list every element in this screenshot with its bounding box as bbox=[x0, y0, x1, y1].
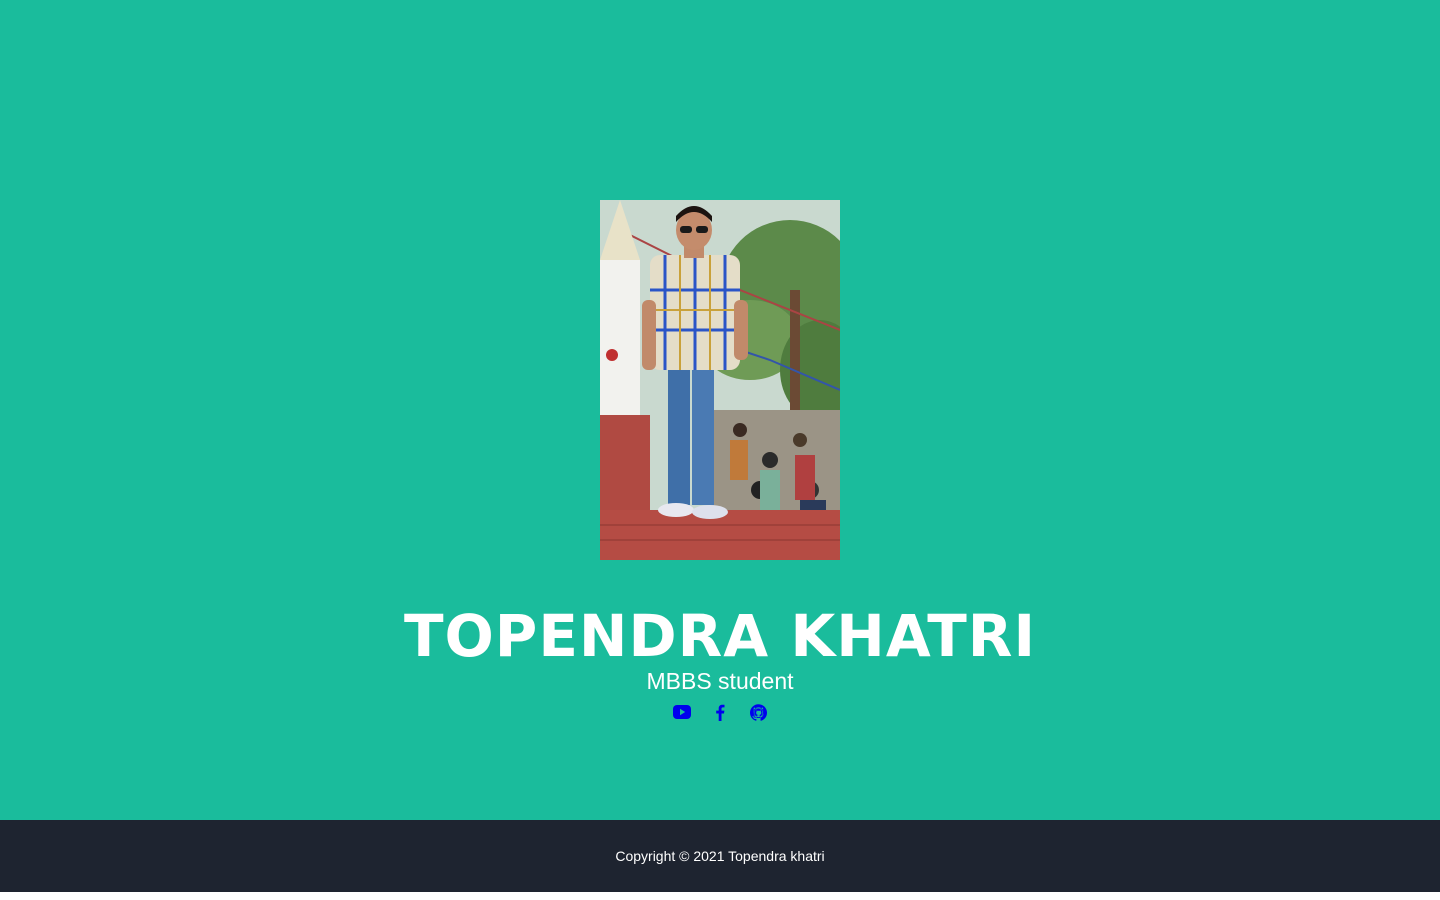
copyright-text: Copyright © 2021 Topendra khatri bbox=[615, 848, 825, 864]
facebook-icon bbox=[716, 704, 725, 721]
youtube-icon bbox=[673, 705, 691, 719]
footer: Copyright © 2021 Topendra khatri bbox=[0, 820, 1440, 892]
facebook-link[interactable] bbox=[711, 700, 729, 724]
youtube-link[interactable] bbox=[673, 700, 691, 724]
page-title: TOPENDRA KHATRI bbox=[403, 602, 1037, 670]
masthead: TOPENDRA KHATRI MBBS student bbox=[0, 0, 1440, 820]
social-links bbox=[0, 700, 1440, 724]
github-icon bbox=[749, 703, 767, 721]
github-link[interactable] bbox=[749, 700, 767, 724]
subtitle: MBBS student bbox=[646, 668, 794, 694]
profile-photo bbox=[600, 200, 840, 560]
